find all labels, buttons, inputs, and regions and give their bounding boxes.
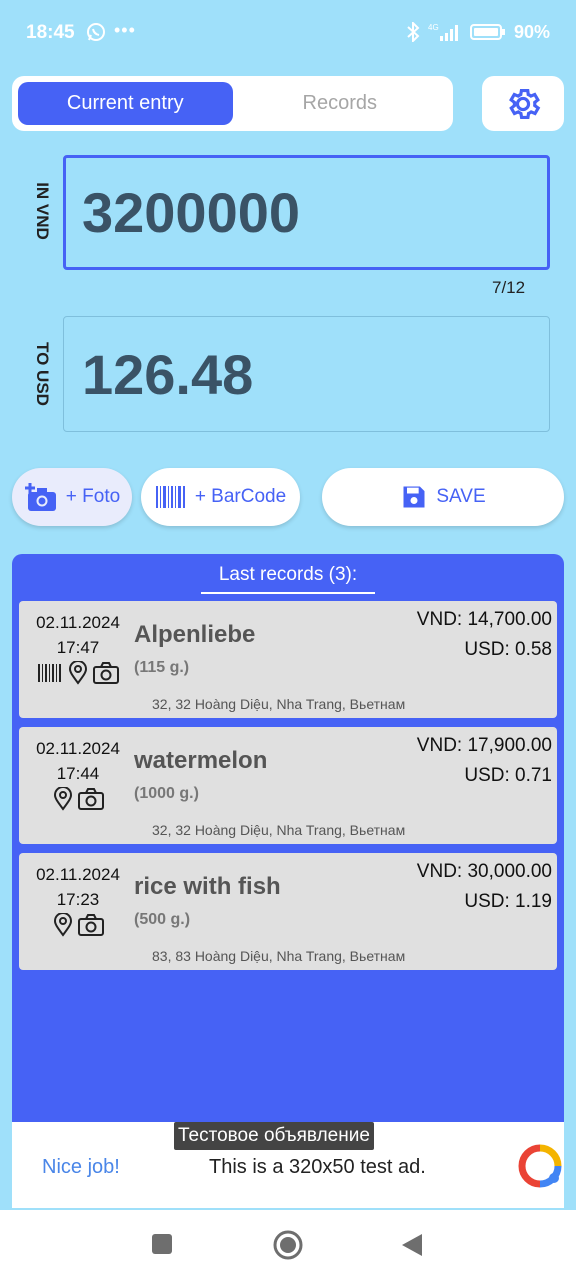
gear-icon [509, 88, 541, 119]
ad-nice-job: Nice job! [42, 1156, 120, 1178]
record-usd: USD: 0.71 [464, 765, 552, 786]
barcode-icon [38, 664, 61, 682]
record-name: Alpenliebe [134, 621, 256, 648]
char-counter: 7/12 [492, 278, 526, 297]
location-icon [53, 787, 72, 811]
tab-bar: Current entry Records [12, 76, 453, 131]
add-barcode-button[interactable]: + BarCode [141, 468, 300, 526]
add-camera-icon [24, 483, 56, 511]
add-barcode-label: + BarCode [194, 486, 287, 507]
settings-button[interactable] [482, 76, 564, 131]
barcode-icon [155, 486, 185, 508]
bluetooth-icon [407, 22, 420, 42]
more-notifications-icon: ••• [114, 20, 136, 40]
camera-icon [93, 662, 119, 684]
ad-test-tag: Тестовое объявление [174, 1122, 374, 1150]
records-title-underline [201, 592, 375, 594]
record-weight: (500 g.) [134, 911, 191, 928]
svg-text:4G: 4G [428, 23, 439, 32]
location-icon [68, 661, 88, 685]
camera-icon [77, 788, 104, 810]
record-time: 17:23 [56, 890, 100, 909]
record-vnd: VND: 30,000.00 [416, 861, 552, 882]
back-icon[interactable] [400, 1232, 424, 1258]
battery-icon [469, 24, 505, 40]
record-weight: (115 g.) [134, 659, 190, 676]
input-currency-label: IN VND [33, 182, 52, 240]
record-date: 02.11.2024 [36, 865, 120, 884]
recent-apps-icon[interactable] [150, 1232, 174, 1256]
camera-icon [77, 914, 104, 936]
location-icon [53, 913, 72, 937]
record-item[interactable]: 02.11.2024 17:47 Alpenliebe (115 g.) VND… [19, 601, 557, 718]
whatsapp-icon [87, 23, 105, 41]
record-time: 17:44 [56, 764, 100, 783]
add-photo-label: + Foto [65, 486, 121, 507]
converted-output: 126.48 [63, 316, 550, 432]
record-time: 17:47 [56, 638, 100, 657]
amount-input[interactable]: 3200000 [63, 155, 550, 270]
record-date: 02.11.2024 [36, 613, 120, 632]
ad-text: This is a 320x50 test ad. [209, 1156, 426, 1178]
record-usd: USD: 0.58 [464, 639, 552, 660]
record-vnd: VND: 17,900.00 [416, 735, 552, 756]
battery-percent: 90% [513, 21, 550, 42]
record-vnd: VND: 14,700.00 [416, 609, 552, 630]
record-item[interactable]: 02.11.2024 17:23 rice with fish (500 g.)… [19, 853, 557, 970]
add-photo-button[interactable]: + Foto [12, 468, 132, 526]
record-icons [19, 913, 137, 937]
record-address: 32, 32 Hoàng Diệu, Nha Trang, Вьетнам [152, 822, 406, 838]
records-title[interactable]: Last records (3): [12, 564, 564, 586]
record-name: watermelon [134, 747, 268, 774]
tab-records[interactable]: Records [233, 82, 448, 125]
record-weight: (1000 g.) [134, 785, 199, 802]
status-bar: 18:45 ••• 4G 90% [0, 0, 576, 64]
record-item[interactable]: 02.11.2024 17:44 watermelon (1000 g.) VN… [19, 727, 557, 844]
record-usd: USD: 1.19 [464, 891, 552, 912]
tab-current-entry[interactable]: Current entry [18, 82, 233, 125]
record-icons [19, 661, 137, 685]
record-name: rice with fish [134, 873, 281, 900]
record-icons [19, 787, 137, 811]
save-button[interactable]: SAVE [322, 468, 564, 526]
home-icon[interactable] [272, 1229, 304, 1261]
floppy-disk-icon [403, 486, 425, 508]
signal-icon: 4G [428, 23, 458, 41]
record-address: 32, 32 Hoàng Diệu, Nha Trang, Вьетнам [152, 696, 406, 712]
output-currency-label: TO USD [33, 342, 52, 406]
record-address: 83, 83 Hoàng Diệu, Nha Trang, Вьетнам [152, 948, 406, 964]
save-label: SAVE [436, 486, 486, 507]
status-time: 18:45 [26, 22, 75, 43]
system-nav-bar [0, 1210, 576, 1280]
test-ad-banner[interactable]: Тестовое объявление Nice job! This is a … [12, 1122, 564, 1208]
last-records-panel: Last records (3): 02.11.2024 17:47 Alpen… [12, 554, 564, 1122]
ad-logo-icon [518, 1144, 562, 1188]
record-date: 02.11.2024 [36, 739, 120, 758]
